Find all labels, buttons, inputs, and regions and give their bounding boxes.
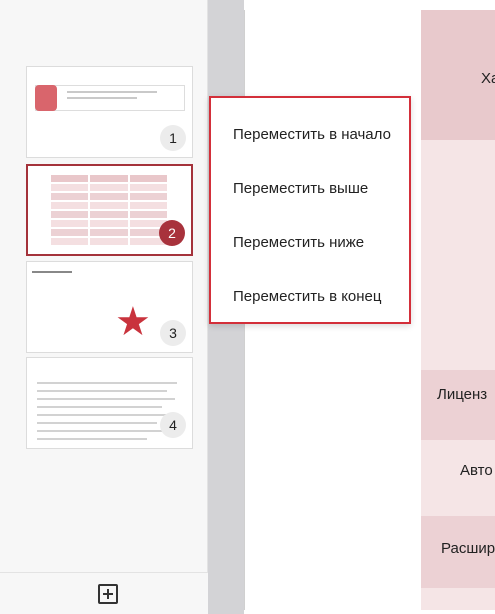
thumbnail-text-line [37, 390, 167, 392]
add-slide-icon[interactable] [98, 584, 118, 604]
slide-thumbnail-3[interactable]: ★ 3 [26, 261, 193, 353]
menu-item-move-to-end[interactable]: Переместить в конец [211, 274, 409, 328]
slide-thumbnail-2[interactable]: 2 [26, 164, 193, 256]
thumbnail-text-line [37, 430, 172, 432]
slide-number-badge: 1 [160, 125, 186, 151]
thumbnail-text-line [37, 414, 177, 416]
table-header-text: Ха [481, 70, 495, 87]
star-shape: ★ [115, 299, 151, 345]
table-cell-text: Авто [460, 462, 493, 479]
table-cell-text: Расшир [441, 540, 495, 557]
table-cell-license[interactable] [421, 370, 495, 440]
thumbnail-text-line [37, 438, 147, 440]
menu-item-move-to-start[interactable]: Переместить в начало [211, 112, 409, 166]
thumbnail-table [50, 174, 168, 246]
slide-number-badge: 2 [159, 220, 185, 246]
slide-number-badge: 4 [160, 412, 186, 438]
menu-item-move-down[interactable]: Переместить ниже [211, 220, 409, 274]
menu-item-move-up[interactable]: Переместить выше [211, 166, 409, 220]
presentation-editor: 1 2 ★ 3 4 Х Лиценз Авто Расшир Перемести… [0, 0, 495, 614]
slide-thumbnail-4[interactable]: 4 [26, 357, 193, 449]
thumbnail-text-line [67, 91, 157, 93]
table-cell[interactable] [421, 588, 495, 610]
slide-number-badge: 3 [160, 320, 186, 346]
thumbnail-text-line [67, 97, 137, 99]
thumbnail-text-line [37, 422, 157, 424]
thumbnail-text-line [37, 398, 175, 400]
thumbnails-footer [0, 572, 208, 614]
thumbnail-text-line [37, 406, 162, 408]
table-cell[interactable] [421, 140, 495, 370]
slide-thumbnails-panel[interactable]: 1 2 ★ 3 4 [0, 0, 208, 614]
thumbnail-title-line [32, 271, 72, 273]
slide-image-icon [35, 85, 57, 111]
thumbnail-text-line [37, 382, 177, 384]
slide-thumbnail-1[interactable]: 1 [26, 66, 193, 158]
table-cell-text: Лиценз [437, 386, 488, 403]
slide-context-menu: Переместить в начало Переместить выше Пе… [209, 96, 411, 324]
